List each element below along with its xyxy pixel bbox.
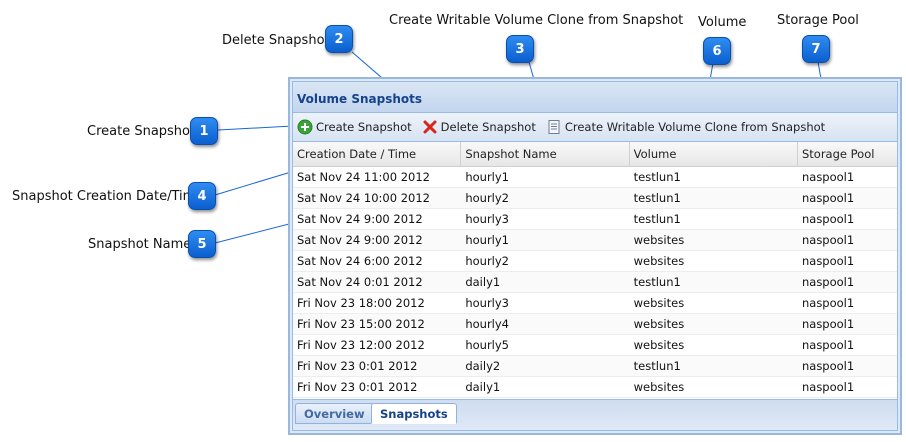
panel-tab-bar: Overview Snapshots [293,399,897,430]
create-clone-label: Create Writable Volume Clone from Snapsh… [564,120,826,134]
leader-line-1 [217,125,294,131]
cell-volume: websites [633,254,685,268]
cell-storage-pool: naspool1 [801,317,855,331]
cell-storage-pool: naspool1 [801,296,855,310]
cell-snapshot-name: hourly1 [465,233,509,247]
table-row[interactable]: Sat Nov 24 10:00 2012 hourly2 testlun1 nasp… [293,188,897,209]
cell-storage-pool: naspool1 [801,254,855,268]
table-row[interactable]: Sat Nov 24 6:00 2012 hourly2 websites naspo… [293,251,897,272]
cell-storage-pool: naspool1 [801,359,855,373]
column-header-storage-pool[interactable]: Storage Pool [798,142,897,166]
cell-volume: testlun1 [633,359,681,373]
table-row[interactable]: Sat Nov 24 0:01 2012 daily1 testlun1 naspoo… [293,272,897,293]
cell-snapshot-name: hourly3 [465,212,509,226]
column-header-snapshot-name[interactable]: Snapshot Name [461,142,630,166]
callout-label-delete-snapshot: Delete Snapshot [222,33,330,48]
callout-badge-7: 7 [802,35,830,63]
cell-snapshot-name: daily1 [465,380,501,394]
table-row[interactable]: Sat Nov 24 9:00 2012 hourly1 websites naspo… [293,230,897,251]
volume-snapshots-panel: Volume Snapshots Create Snapshot Delete … [288,77,902,435]
table-row[interactable]: Sat Nov 24 9:00 2012 hourly3 testlun1 naspo… [293,209,897,230]
cell-creation-date: Fri Nov 23 0:01 2012 [297,380,418,394]
snapshot-grid-body: Sat Nov 24 11:00 2012 hourly1 testlun1 nasp… [293,167,897,401]
cell-volume: websites [633,233,685,247]
cell-volume: testlun1 [633,275,681,289]
table-row[interactable]: Sat Nov 24 11:00 2012 hourly1 testlun1 nasp… [293,167,897,188]
delete-snapshot-label: Delete Snapshot [440,120,536,134]
column-header-creation-date[interactable]: Creation Date / Time [293,142,462,166]
cell-volume: websites [633,296,685,310]
table-row[interactable]: Fri Nov 23 0:01 2012 daily2 testlun1 naspoo… [293,356,897,377]
cell-storage-pool: naspool1 [801,380,855,394]
cell-storage-pool: naspool1 [801,233,855,247]
callout-badge-2: 2 [325,25,353,53]
tab-snapshots[interactable]: Snapshots [371,403,457,424]
table-row[interactable]: Fri Nov 23 15:00 2012 hourly4 websites nasp… [293,314,897,335]
callout-badge-5: 5 [188,230,216,258]
table-row[interactable]: Fri Nov 23 0:01 2012 daily1 websites naspoo… [293,377,897,398]
cell-creation-date: Sat Nov 24 9:00 2012 [297,233,423,247]
callout-label-volume: Volume [698,15,747,30]
cell-creation-date: Sat Nov 24 9:00 2012 [297,212,423,226]
cell-snapshot-name: hourly5 [465,338,509,352]
cell-snapshot-name: daily1 [465,275,501,289]
callout-label-storage-pool: Storage Pool [777,13,859,28]
cell-volume: websites [633,317,685,331]
cell-creation-date: Sat Nov 24 11:00 2012 [297,170,430,184]
red-x-icon [422,119,438,135]
callout-badge-6: 6 [703,37,731,65]
create-snapshot-button[interactable]: Create Snapshot [297,119,412,135]
cell-creation-date: Fri Nov 23 18:00 2012 [297,296,425,310]
cell-volume: testlun1 [633,170,681,184]
document-icon [546,119,562,135]
panel-body: Volume Snapshots Create Snapshot Delete … [292,81,898,431]
cell-snapshot-name: daily2 [465,359,501,373]
cell-storage-pool: naspool1 [801,338,855,352]
callout-badge-3: 3 [506,35,534,63]
cell-creation-date: Sat Nov 24 10:00 2012 [297,191,430,205]
cell-snapshot-name: hourly4 [465,317,509,331]
cell-creation-date: Fri Nov 23 15:00 2012 [297,317,425,331]
cell-snapshot-name: hourly2 [465,254,509,268]
panel-title: Volume Snapshots [293,82,897,113]
cell-snapshot-name: hourly3 [465,296,509,310]
create-clone-button[interactable]: Create Writable Volume Clone from Snapsh… [546,119,825,135]
cell-volume: testlun1 [633,212,681,226]
callout-badge-4: 4 [188,182,216,210]
cell-creation-date: Sat Nov 24 6:00 2012 [297,254,423,268]
cell-volume: websites [633,338,685,352]
cell-snapshot-name: hourly1 [465,170,509,184]
tab-overview[interactable]: Overview [295,403,374,424]
callout-label-create-clone: Create Writable Volume Clone from Snapsh… [389,13,684,28]
table-row[interactable]: Fri Nov 23 12:00 2012 hourly5 websites nasp… [293,335,897,356]
leader-line-4 [214,171,292,196]
cell-storage-pool: naspool1 [801,170,855,184]
cell-volume: testlun1 [633,191,681,205]
cell-volume: websites [633,380,685,394]
cell-storage-pool: naspool1 [801,212,855,226]
grid-header: Creation Date / Time Snapshot Name Volum… [293,142,897,167]
cell-storage-pool: naspool1 [801,191,855,205]
cell-snapshot-name: hourly2 [465,191,509,205]
callout-label-snapshot-name: Snapshot Name [88,237,192,252]
delete-snapshot-button[interactable]: Delete Snapshot [422,119,536,135]
cell-creation-date: Sat Nov 24 0:01 2012 [297,275,423,289]
cell-creation-date: Fri Nov 23 0:01 2012 [297,359,418,373]
column-header-volume[interactable]: Volume [630,142,798,166]
callout-badge-1: 1 [190,117,218,145]
callout-label-creation-datetime: Snapshot Creation Date/Time [12,189,204,204]
cell-creation-date: Fri Nov 23 12:00 2012 [297,338,425,352]
cell-storage-pool: naspool1 [801,275,855,289]
table-row[interactable]: Fri Nov 23 18:00 2012 hourly3 websites nasp… [293,293,897,314]
add-circle-icon [297,119,313,135]
callout-label-create-snapshot: Create Snapshot [87,124,196,139]
create-snapshot-label: Create Snapshot [316,120,412,134]
snapshot-toolbar: Create Snapshot Delete Snapshot Create W… [293,113,897,142]
